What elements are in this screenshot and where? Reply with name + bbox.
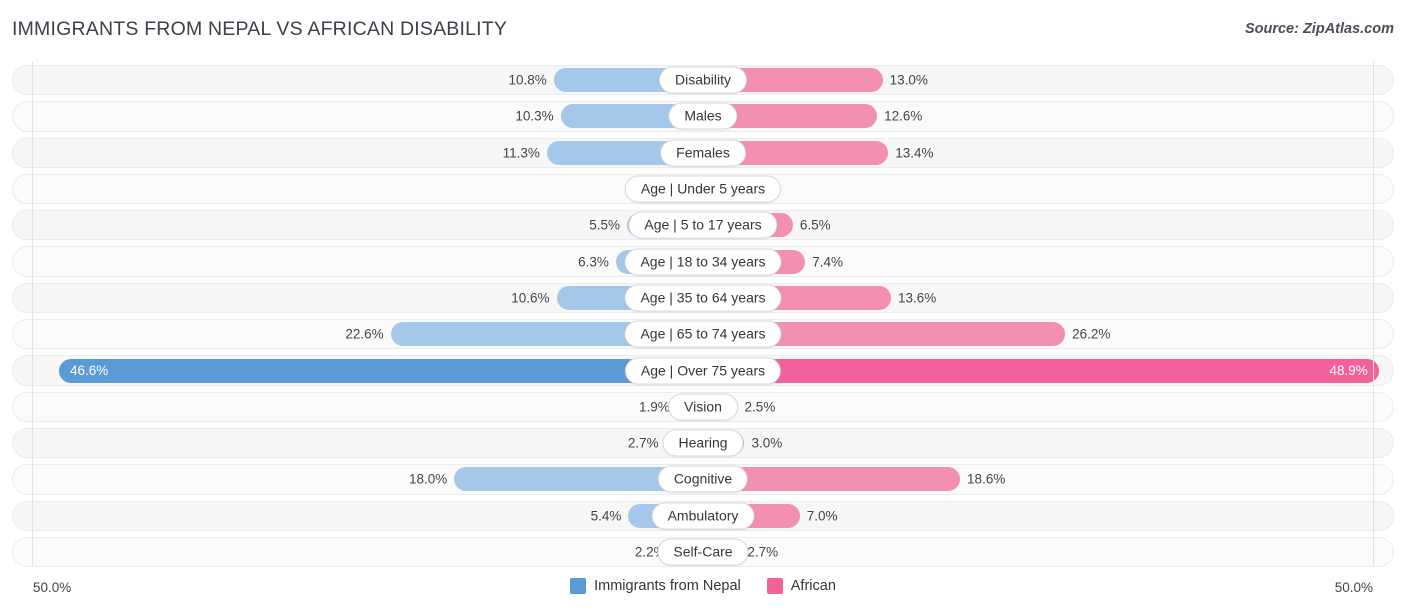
bar-value-right: 2.5% xyxy=(745,399,776,414)
row-left-half: 2.2% xyxy=(12,534,703,570)
table-row[interactable]: 22.6% 26.2% Age | 65 to 74 years xyxy=(12,316,1394,352)
table-row[interactable]: 2.2% 2.7%Self-Care xyxy=(12,534,1394,570)
row-category-label: Disability xyxy=(659,67,747,94)
row-left-half: 2.7% xyxy=(12,425,703,461)
row-right-half: 6.5% xyxy=(703,207,1394,243)
table-row[interactable]: 5.5% 6.5% Age | 5 to 17 years xyxy=(12,207,1394,243)
row-category-label: Age | 65 to 74 years xyxy=(624,321,781,348)
bar-african[interactable]: 48.9% xyxy=(703,359,1379,383)
table-row[interactable]: 10.3% 12.6% Males xyxy=(12,98,1394,134)
bar-value-left: 10.6% xyxy=(511,290,549,305)
row-left-half: 46.6% xyxy=(12,352,703,388)
bar-value-right: 18.6% xyxy=(967,472,1005,487)
bar-value-left: 5.5% xyxy=(589,218,620,233)
row-left-half: 22.6% xyxy=(12,316,703,352)
row-category-label: Females xyxy=(660,139,746,166)
table-row[interactable]: 10.6% 13.6% Age | 35 to 64 years xyxy=(12,280,1394,316)
row-left-half: 1.0% xyxy=(12,171,703,207)
table-row[interactable]: 18.0% 18.6% Cognitive xyxy=(12,461,1394,497)
bar-value-right: 12.6% xyxy=(884,109,922,124)
row-right-half: 2.5% xyxy=(703,389,1394,425)
row-right-half: 13.0% xyxy=(703,62,1394,98)
legend-swatch-icon xyxy=(767,578,783,594)
row-left-half: 10.8% xyxy=(12,62,703,98)
legend-label: African xyxy=(791,578,836,594)
row-left-half: 1.9% xyxy=(12,389,703,425)
table-row[interactable]: 1.9% 2.5% Vision xyxy=(12,389,1394,425)
table-row[interactable]: 2.7% 3.0% Hearing xyxy=(12,425,1394,461)
row-left-half: 18.0% xyxy=(12,461,703,497)
row-right-half: 1.4% xyxy=(703,171,1394,207)
bar-value-right: 26.2% xyxy=(1072,327,1110,342)
row-left-half: 5.5% xyxy=(12,207,703,243)
bar-value-left: 5.4% xyxy=(591,508,622,523)
bar-value-left: 10.8% xyxy=(508,73,546,88)
legend-item[interactable]: African xyxy=(767,578,836,594)
bar-value-right: 3.0% xyxy=(751,436,782,451)
row-category-label: Ambulatory xyxy=(652,502,755,529)
row-category-label: Cognitive xyxy=(658,466,748,493)
chart-plot-area: 10.8% 13.0% Disability 10.3% 12.6% Males 11.3%… xyxy=(12,62,1394,570)
bar-value-left: 2.7% xyxy=(628,436,659,451)
row-left-half: 6.3% xyxy=(12,243,703,279)
bar-value-right: 13.6% xyxy=(898,290,936,305)
row-category-label: Age | Under 5 years xyxy=(625,176,781,203)
row-right-half: 12.6% xyxy=(703,98,1394,134)
row-category-label: Age | Over 75 years xyxy=(625,357,781,384)
table-row[interactable]: 5.4% 7.0% Ambulatory xyxy=(12,498,1394,534)
table-row[interactable]: 6.3% 7.4% Age | 18 to 34 years xyxy=(12,243,1394,279)
bar-value-left: 46.6% xyxy=(70,363,108,378)
row-category-label: Hearing xyxy=(662,430,743,457)
bar-value-right: 6.5% xyxy=(800,218,831,233)
row-right-half: 18.6% xyxy=(703,461,1394,497)
row-right-half: 26.2% xyxy=(703,316,1394,352)
row-left-half: 10.6% xyxy=(12,280,703,316)
page-title: IMMIGRANTS FROM NEPAL VS AFRICAN DISABIL… xyxy=(12,18,507,41)
bar-value-left: 1.9% xyxy=(639,399,670,414)
bar-value-right: 2.7% xyxy=(747,545,778,560)
table-row[interactable]: 46.6% 48.9% Age | Over 75 years xyxy=(12,352,1394,388)
bar-value-left: 6.3% xyxy=(578,254,609,269)
chart-legend: Immigrants from Nepal African xyxy=(12,578,1394,594)
row-category-label: Age | 5 to 17 years xyxy=(628,212,777,239)
row-right-half: 7.0% xyxy=(703,498,1394,534)
legend-item[interactable]: Immigrants from Nepal xyxy=(570,578,741,594)
bar-value-right: 48.9% xyxy=(1330,363,1368,378)
bar-value-left: 18.0% xyxy=(409,472,447,487)
bar-value-right: 7.4% xyxy=(812,254,843,269)
table-row[interactable]: 10.8% 13.0% Disability xyxy=(12,62,1394,98)
row-category-label: Age | 35 to 64 years xyxy=(624,284,781,311)
bar-row-list: 10.8% 13.0% Disability 10.3% 12.6% Males 11.3%… xyxy=(12,62,1394,570)
row-left-half: 5.4% xyxy=(12,498,703,534)
row-right-half: 48.9% xyxy=(703,352,1394,388)
row-category-label: Age | 18 to 34 years xyxy=(624,248,781,275)
bar-value-right: 13.0% xyxy=(890,73,928,88)
chart-footer: 50.0% 50.0% Immigrants from NepalAfrican xyxy=(12,578,1394,604)
row-right-half: 7.4% xyxy=(703,243,1394,279)
bar-value-left: 10.3% xyxy=(515,109,553,124)
row-category-label: Vision xyxy=(668,393,738,420)
bar-value-left: 11.3% xyxy=(503,145,540,160)
row-category-label: Males xyxy=(668,103,737,130)
table-row[interactable]: 11.3% 13.4% Females xyxy=(12,135,1394,171)
table-row[interactable]: 1.0%1.4%Age | Under 5 years xyxy=(12,171,1394,207)
bar-value-left: 22.6% xyxy=(345,327,383,342)
row-right-half: 13.6% xyxy=(703,280,1394,316)
bar-immigrants-from-nepal[interactable]: 46.6% xyxy=(59,359,703,383)
legend-swatch-icon xyxy=(570,578,586,594)
row-category-label: Self-Care xyxy=(657,539,748,566)
bar-value-right: 7.0% xyxy=(807,508,838,523)
row-left-half: 10.3% xyxy=(12,98,703,134)
legend-label: Immigrants from Nepal xyxy=(594,578,741,594)
bar-value-right: 13.4% xyxy=(895,145,933,160)
row-right-half: 13.4% xyxy=(703,135,1394,171)
row-right-half: 3.0% xyxy=(703,425,1394,461)
row-right-half: 2.7% xyxy=(703,534,1394,570)
source-attribution: Source: ZipAtlas.com xyxy=(1245,21,1394,37)
row-left-half: 11.3% xyxy=(12,135,703,171)
chart-header: IMMIGRANTS FROM NEPAL VS AFRICAN DISABIL… xyxy=(0,0,1406,60)
